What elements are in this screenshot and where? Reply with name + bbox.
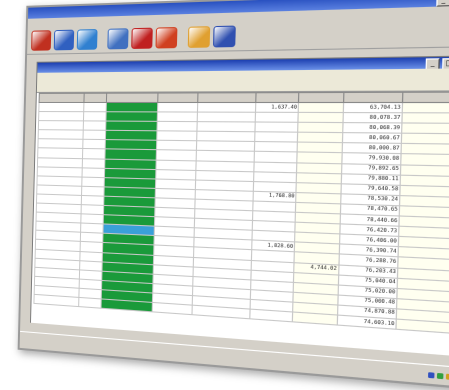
table-cell-bal: 80,068.39 — [342, 122, 403, 134]
table-cell-desc — [197, 112, 256, 123]
help-icon[interactable] — [212, 25, 236, 48]
column-header[interactable] — [83, 93, 107, 103]
table-cell-a2 — [297, 132, 343, 144]
table-cell-amt — [255, 112, 299, 123]
column-header[interactable] — [255, 92, 300, 103]
tray-icon-network[interactable] — [428, 371, 435, 378]
table-cell-desc — [196, 121, 256, 133]
child-minimize-button[interactable]: _ — [425, 58, 440, 70]
table-cell-desc — [197, 102, 256, 113]
column-header[interactable] — [402, 92, 449, 103]
table-cell-code — [81, 158, 106, 169]
app-screen: _ □ × _ □ × 1,637. — [17, 0, 449, 390]
column-header[interactable] — [343, 92, 404, 103]
child-maximize-button[interactable]: □ — [442, 58, 449, 70]
table-cell-g — [106, 102, 158, 113]
table-cell-code — [82, 130, 106, 140]
table-cell-a2 — [298, 112, 343, 123]
table-header-row — [39, 92, 449, 103]
edit-icon[interactable] — [187, 26, 211, 48]
column-header[interactable] — [39, 93, 84, 103]
table-cell-code — [83, 111, 107, 122]
column-header[interactable] — [298, 92, 344, 103]
table-cell-code — [82, 139, 106, 150]
table-cell-code — [82, 148, 106, 159]
tray-icon-security[interactable] — [436, 372, 444, 379]
table-cell-code — [83, 102, 107, 112]
table-cell-a2 — [297, 142, 343, 154]
table-cell-bal: 80,078.37 — [342, 112, 403, 124]
table-body: 1,637.40 63,704.13 80,078.37 80,068.39 80,06… — [33, 102, 449, 334]
table-cell-amt: 1,637.40 — [255, 102, 299, 113]
table-cell-g — [105, 121, 157, 132]
table-cell-x — [402, 102, 449, 114]
toolbar-separator — [180, 28, 185, 47]
child-window: _ □ × 1,637.4063,704.1380,078.3780,068.3… — [29, 55, 449, 362]
stop-icon[interactable] — [155, 27, 178, 49]
table-cell-d2 — [156, 131, 197, 142]
table-cell-d2 — [156, 112, 198, 122]
table-cell-a2 — [298, 102, 344, 113]
table-cell-code — [78, 297, 102, 309]
table-cell-d2 — [151, 302, 193, 315]
app-icon[interactable] — [31, 30, 52, 51]
table-cell-d2 — [157, 102, 198, 113]
table-cell-date — [38, 120, 84, 131]
table-cell-amt — [249, 309, 294, 322]
column-header[interactable] — [106, 93, 158, 103]
table-cell-g — [101, 298, 152, 312]
table-cell-code — [82, 121, 107, 131]
toolbar-separator — [100, 30, 105, 49]
table-cell-date — [33, 294, 79, 307]
table-cell-date — [38, 102, 84, 112]
system-tray — [428, 371, 449, 382]
column-header[interactable] — [197, 92, 257, 103]
table-cell-amt — [255, 122, 299, 133]
table-cell-amt — [254, 132, 299, 143]
column-header[interactable] — [157, 92, 198, 103]
transactions-grid[interactable]: 1,637.40 63,704.13 80,078.37 80,068.39 80,06… — [32, 91, 449, 355]
table-cell-x — [401, 133, 449, 145]
transactions-table: 1,637.40 63,704.13 80,078.37 80,068.39 80,06… — [33, 92, 449, 334]
table-cell-x — [402, 112, 449, 124]
report-icon[interactable] — [107, 28, 129, 50]
table-cell-a2 — [298, 122, 343, 133]
table-cell-a2 — [292, 311, 338, 326]
table-cell-bal: 63,704.13 — [342, 102, 403, 113]
document-icon[interactable] — [53, 29, 75, 51]
refresh-icon[interactable] — [76, 29, 98, 50]
minimize-button[interactable]: _ — [436, 0, 449, 7]
table-cell-x — [396, 319, 449, 334]
table-cell-d2 — [156, 121, 198, 132]
table-cell-x — [401, 123, 449, 135]
table-cell-date — [38, 111, 84, 122]
tools-icon[interactable] — [131, 27, 153, 49]
table-cell-g — [106, 111, 158, 122]
stage: _ □ × _ □ × 1,637. — [0, 0, 449, 390]
